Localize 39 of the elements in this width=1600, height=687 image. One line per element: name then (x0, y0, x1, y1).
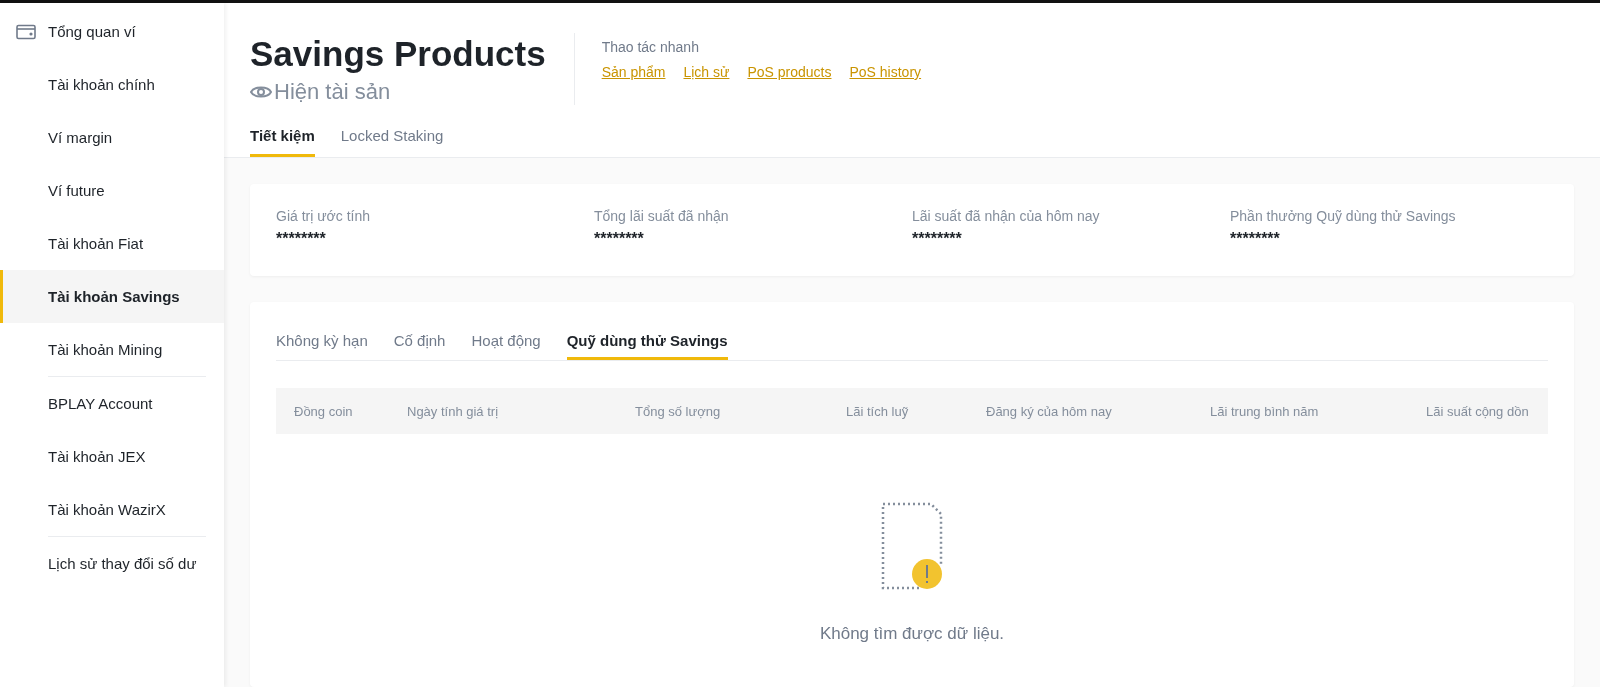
summary-label: Lãi suất đã nhận của hôm nay (912, 208, 1101, 224)
sidebar-item[interactable]: Tài khoản Fiat (0, 217, 224, 270)
summary-value: ******** (594, 230, 645, 248)
summary-label: Phần thưởng Quỹ dùng thử Savings (1230, 208, 1457, 224)
tab[interactable]: Hoạt động (471, 332, 541, 360)
sidebar-item[interactable]: Ví margin (0, 111, 224, 164)
sidebar-item[interactable]: Tài khoản WazirX (0, 483, 224, 536)
column-header: Tổng số lượng (635, 403, 722, 419)
quick-actions-label: Thao tác nhanh (601, 39, 700, 55)
tab[interactable]: Cố định (393, 332, 446, 360)
sidebar-item[interactable]: BPLAY Account (0, 377, 224, 430)
wallet-icon (16, 23, 36, 40)
column-header: Đồng coin (294, 403, 354, 419)
tab[interactable]: Locked Staking (340, 127, 444, 157)
tab[interactable]: Không kỳ hạn (276, 332, 368, 360)
sidebar-item-label: Tổng quan ví (48, 23, 136, 40)
sidebar-item[interactable]: Tài khoản Mining (0, 323, 224, 376)
summary-value: ******** (912, 230, 963, 248)
summary-value: ******** (276, 230, 327, 248)
page-title: Savings Products (250, 33, 546, 75)
empty-document-icon (881, 502, 943, 590)
column-header: Đăng ký của hôm nay (986, 403, 1113, 419)
column-header: Ngày tính giá trị (407, 403, 500, 419)
sidebar-item[interactable]: Tài khoản Savings (0, 270, 224, 323)
sidebar-item[interactable]: Tài khoản JEX (0, 430, 224, 483)
sidebar-item[interactable]: Ví future (0, 164, 224, 217)
empty-message: Không tìm được dữ liệu. (819, 624, 1005, 644)
column-header: Lãi trung bình năm (1210, 403, 1320, 419)
tab[interactable]: Quỹ dùng thử Savings (566, 332, 728, 360)
summary-value: ******** (1230, 230, 1281, 248)
sidebar-item[interactable]: Tài khoản chính (0, 58, 224, 111)
column-header: Lãi tích luỹ (846, 403, 910, 419)
column-header: Lãi suất cộng dồn (1426, 403, 1530, 419)
tab[interactable]: Tiết kiệm (250, 127, 315, 157)
summary-label: Giá trị ước tính (276, 208, 372, 224)
summary-label: Tổng lãi suất đã nhận (594, 208, 730, 224)
sidebar-item[interactable]: Tổng quan ví (0, 5, 224, 58)
sidebar-item[interactable]: Lịch sử thay đổi số dư (0, 537, 224, 590)
eye-icon (250, 84, 272, 100)
